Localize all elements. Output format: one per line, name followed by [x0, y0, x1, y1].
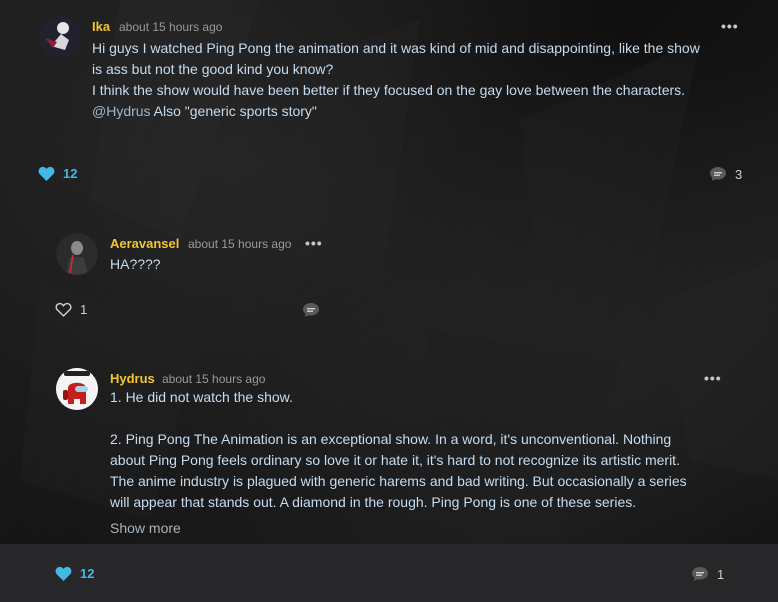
comment-paragraph: 1. He did not watch the show. [110, 389, 293, 405]
comment-aeravansel: Aeravansel about 15 hours ago ••• HA????… [0, 225, 778, 335]
reply-button[interactable] [302, 302, 320, 318]
avatar-aeravansel[interactable] [56, 233, 98, 275]
comment-ika: Ika about 15 hours ago ••• Hi guys I wat… [0, 0, 778, 200]
mention-text: Also "generic sports story" [150, 103, 317, 119]
comment-timestamp[interactable]: about 15 hours ago [162, 372, 265, 386]
reply-button[interactable]: 3 [709, 166, 742, 182]
more-dots-icon[interactable]: ••• [704, 371, 722, 385]
more-dots-icon[interactable]: ••• [721, 19, 739, 33]
reply-count: 3 [735, 166, 743, 182]
reply-count: 1 [717, 566, 725, 582]
avatar-hydrus[interactable] [56, 368, 98, 410]
comment-author[interactable]: Hydrus [110, 371, 155, 386]
more-dots-icon[interactable]: ••• [305, 236, 323, 250]
avatar-ika[interactable] [39, 16, 81, 58]
comment-paragraph: Hi guys I watched Ping Pong the animatio… [92, 40, 700, 77]
comment-body: HA???? [110, 254, 510, 275]
comment-paragraph: HA???? [110, 256, 161, 272]
comment-paragraph [110, 408, 690, 429]
like-count: 12 [63, 166, 78, 181]
like-count: 12 [80, 566, 95, 581]
comment-hydrus: Hydrus about 15 hours ago ••• 1. He did … [0, 360, 778, 545]
comment-body: 1. He did not watch the show. 2. Ping Po… [110, 387, 690, 513]
like-count: 1 [80, 302, 88, 317]
comment-author[interactable]: Ika [92, 19, 110, 34]
speech-bubble-icon [303, 303, 319, 317]
like-button[interactable]: 12 [55, 566, 94, 581]
comment-action-bar: 12 1 [0, 544, 778, 602]
heart-filled-icon [38, 166, 55, 181]
comment-paragraph: 2. Ping Pong The Animation is an excepti… [110, 431, 687, 510]
show-more-link[interactable]: Show more [110, 520, 181, 536]
speech-bubble-icon [692, 567, 708, 581]
comment-paragraph: @Hydrus Also "generic sports story" [92, 101, 712, 122]
comment-paragraph: I think the show would have been better … [92, 82, 686, 98]
comment-timestamp[interactable]: about 15 hours ago [188, 237, 291, 251]
user-mention[interactable]: @Hydrus [92, 103, 151, 119]
like-button[interactable]: 12 [38, 166, 77, 181]
heart-outline-icon [55, 302, 72, 317]
comment-timestamp[interactable]: about 15 hours ago [119, 20, 222, 34]
speech-bubble-icon [710, 167, 726, 181]
comment-body: Hi guys I watched Ping Pong the animatio… [92, 38, 712, 122]
comment-author[interactable]: Aeravansel [110, 236, 179, 251]
heart-filled-icon [55, 566, 72, 581]
like-button[interactable]: 1 [55, 302, 87, 317]
reply-button[interactable]: 1 [691, 566, 724, 582]
